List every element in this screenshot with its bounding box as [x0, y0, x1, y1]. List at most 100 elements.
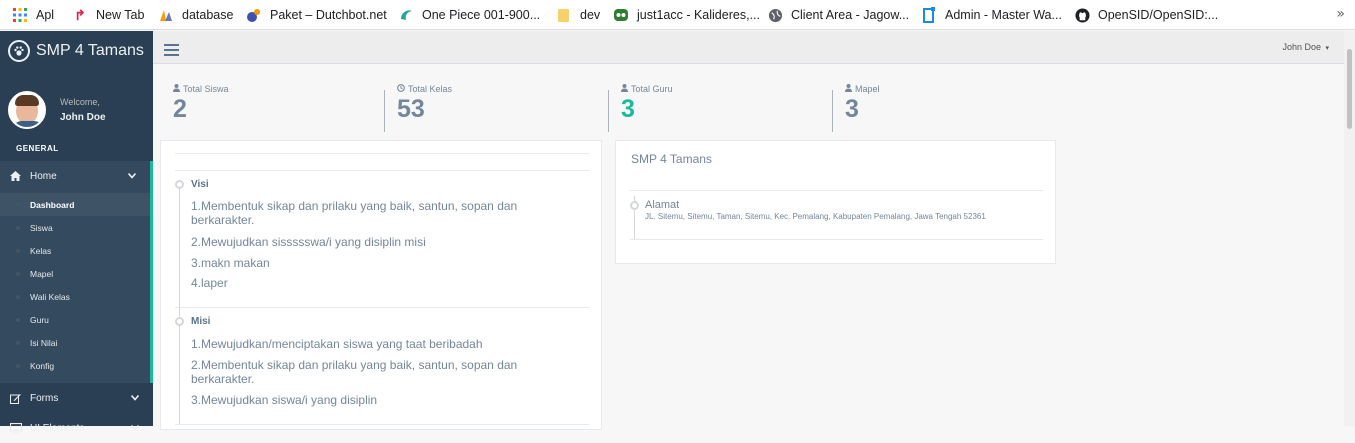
tile-label: Total Siswa [183, 84, 229, 94]
apps-grid-icon [12, 7, 28, 23]
divider [175, 153, 589, 154]
misi-item: 2.Membentuk sikap dan prilaku yang baik,… [191, 358, 518, 386]
bookmark-label: OpenSID/OpenSID:... [1098, 8, 1219, 22]
chevron-down-icon [130, 423, 140, 433]
desktop-icon [10, 422, 24, 434]
tile-total-kelas: Total Kelas 53 [397, 84, 452, 132]
site-brand[interactable]: SMP 4 Tamans [0, 31, 153, 71]
tile-divider [384, 90, 385, 132]
menu-forms-label: Forms [30, 392, 59, 404]
submenu-dashboard[interactable]: Dashboard [0, 193, 150, 216]
bookmarks-overflow-icon[interactable]: » [1336, 6, 1345, 22]
tile-label: Total Guru [631, 84, 673, 94]
timeline-bullet-icon [630, 201, 639, 210]
tile-count: 3 [845, 95, 859, 123]
submenu-wali-kelas[interactable]: Wali Kelas [0, 285, 150, 308]
menu-home-label: Home [30, 170, 57, 182]
tile-mapel: Mapel 3 [845, 84, 880, 132]
bookmark-dev[interactable]: dev [550, 0, 606, 30]
divider [175, 424, 589, 425]
dutchbot-icon [246, 7, 262, 23]
visi-item: 2.Mewujudkan sissssswa/i yang disiplin m… [191, 235, 426, 249]
divider [630, 190, 1043, 191]
bookmark-apl[interactable]: Apl [6, 0, 60, 30]
top-navbar: John Doe ▾ [153, 31, 1355, 64]
tile-count: 2 [173, 95, 187, 123]
github-icon [1074, 7, 1090, 23]
tile-count: 53 [397, 95, 425, 123]
bookmark-dutchbot[interactable]: Paket – Dutchbot.net [240, 0, 393, 30]
tile-total-guru: Total Guru 3 [621, 84, 673, 132]
bookmark-label: One Piece 001-900... [422, 8, 541, 22]
edit-icon [10, 393, 24, 404]
tile-count: 3 [621, 95, 635, 123]
school-info-panel: SMP 4 Tamans Alamat JL. Sitemu, Sitemu, … [615, 140, 1056, 264]
submenu-siswa[interactable]: Siswa [0, 216, 150, 239]
submenu-isi-nilai[interactable]: Isi Nilai [0, 331, 150, 354]
chevron-down-icon [127, 171, 137, 181]
divider [175, 170, 589, 171]
onepiece-icon [398, 7, 414, 23]
brand-name: SMP 4 Tamans [36, 42, 144, 59]
bookmark-label: Client Area - Jagow... [791, 8, 910, 22]
menu-toggle-icon[interactable] [164, 44, 179, 59]
bookmark-onepiece[interactable]: One Piece 001-900... [392, 0, 546, 30]
sidebar: SMP 4 Tamans Welcome, John Doe GENERAL H… [0, 31, 153, 434]
menu-ui-elements[interactable]: UI Elements [0, 413, 153, 443]
bookmark-new-tab[interactable]: ↱ New Tab [66, 0, 150, 30]
page-scrollbar[interactable] [1344, 31, 1355, 426]
user-dropdown-name: John Doe [1282, 42, 1321, 52]
visi-misi-panel: Visi 1.Membentuk sikap dan prilaku yang … [160, 140, 602, 430]
folder-icon [556, 7, 572, 23]
home-icon [10, 171, 24, 181]
bookmark-label: Paket – Dutchbot.net [270, 8, 387, 22]
bookmark-opensid[interactable]: OpenSID/OpenSID:... [1068, 0, 1224, 30]
paw-icon [8, 40, 30, 62]
scrollbar-thumb[interactable] [1347, 49, 1352, 129]
bookmark-just1acc[interactable]: just1acc - Kalideres,... [607, 0, 766, 30]
bookmark-label: Apl [36, 8, 55, 22]
tile-label: Mapel [855, 84, 880, 94]
bookmark-label: just1acc - Kalideres,... [637, 8, 760, 22]
profile-block: Welcome, John Doe [0, 71, 153, 137]
profile-username: John Doe [60, 112, 106, 123]
submenu-guru[interactable]: Guru [0, 308, 150, 331]
menu-home[interactable]: Home [0, 161, 153, 191]
bookmark-label: dev [580, 8, 601, 22]
welcome-text: Welcome, [60, 97, 100, 107]
bookmark-admin[interactable]: Admin - Master Wa... [915, 0, 1068, 30]
bookmark-database[interactable]: database [152, 0, 239, 30]
clock-icon [397, 84, 405, 94]
tile-label: Total Kelas [408, 84, 453, 94]
user-icon [845, 84, 852, 94]
tile-divider [832, 90, 833, 132]
submenu-kelas[interactable]: Kelas [0, 239, 150, 262]
globe-icon [767, 7, 783, 23]
avatar[interactable] [8, 91, 46, 129]
menu-section-title: GENERAL [16, 144, 59, 153]
user-dropdown[interactable]: John Doe ▾ [1282, 42, 1329, 52]
bookmark-label: database [182, 8, 234, 22]
divider [630, 239, 1043, 240]
bookmark-client-area[interactable]: Client Area - Jagow... [761, 0, 915, 30]
submenu-mapel[interactable]: Mapel [0, 262, 150, 285]
user-icon [621, 84, 628, 94]
chevron-down-icon [130, 393, 140, 403]
visi-item: 1.Membentuk sikap dan prilaku yang baik,… [191, 199, 518, 227]
bookmark-label: Admin - Master Wa... [945, 8, 1062, 22]
tile-divider [608, 90, 609, 132]
home-submenu: Dashboard Siswa Kelas Mapel Wali Kelas G… [0, 191, 153, 383]
tile-total-siswa: Total Siswa 2 [173, 84, 229, 132]
visi-item: 4.laper [191, 276, 228, 290]
bookmarks-bar: Apl ↱ New Tab database Paket – Dutchbot.… [0, 0, 1355, 30]
menu-ui-elements-label: UI Elements [30, 422, 85, 434]
new-tab-icon: ↱ [74, 6, 86, 23]
misi-title: Misi [191, 316, 211, 327]
menu-forms[interactable]: Forms [0, 383, 153, 413]
submenu-konfig[interactable]: Konfig [0, 354, 150, 377]
caret-down-icon: ▾ [1325, 45, 1329, 52]
just1acc-icon [613, 7, 629, 23]
admin-icon [921, 7, 937, 23]
user-icon [173, 84, 180, 94]
divider [175, 307, 589, 308]
